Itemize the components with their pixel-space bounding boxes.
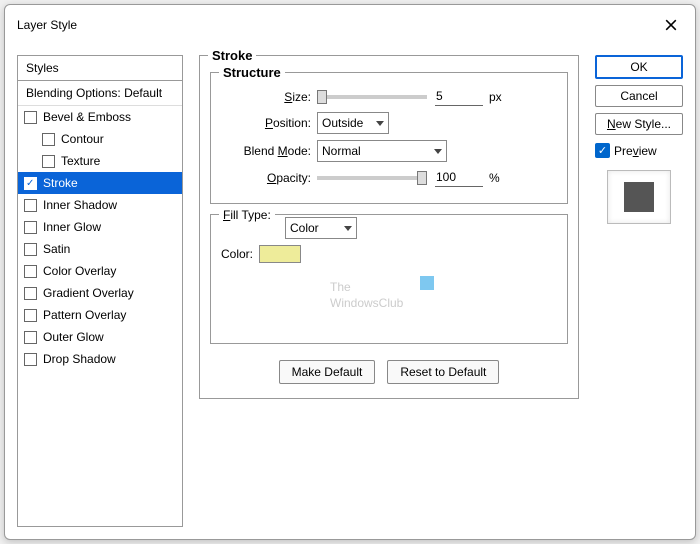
style-item-contour[interactable]: Contour [18, 128, 182, 150]
check-icon: ✓ [595, 143, 610, 158]
stroke-group: Stroke Structure Size: px Position: Outs… [199, 55, 579, 399]
style-item-satin[interactable]: Satin [18, 238, 182, 260]
close-button[interactable] [659, 13, 683, 37]
opacity-label: Opacity: [221, 171, 311, 185]
style-item-color-overlay[interactable]: Color Overlay [18, 260, 182, 282]
opacity-unit: % [489, 171, 500, 185]
blend-select[interactable]: Normal [317, 140, 447, 162]
color-label: Color: [221, 247, 253, 261]
ok-button[interactable]: OK [595, 55, 683, 79]
fill-legend: Fill Type: [219, 207, 275, 222]
position-row: Position: Outside [221, 112, 557, 134]
preview-thumbnail [607, 170, 671, 224]
style-item-inner-glow[interactable]: Inner Glow [18, 216, 182, 238]
layer-style-dialog: Layer Style Styles Blending Options: Def… [4, 4, 696, 540]
chevron-down-icon [376, 121, 384, 126]
style-item-label: Inner Shadow [43, 198, 117, 212]
filltype-select[interactable]: Color [285, 217, 357, 239]
opacity-input[interactable] [435, 168, 483, 187]
style-item-label: Gradient Overlay [43, 286, 134, 300]
reset-default-button[interactable]: Reset to Default [387, 360, 499, 384]
style-item-drop-shadow[interactable]: Drop Shadow [18, 348, 182, 370]
style-item-label: Color Overlay [43, 264, 116, 278]
preview-label: Preview [614, 144, 657, 158]
titlebar: Layer Style [5, 5, 695, 45]
opacity-row: Opacity: % [221, 168, 557, 187]
style-item-bevel-emboss[interactable]: Bevel & Emboss [18, 106, 182, 128]
checkbox[interactable] [24, 287, 37, 300]
defaults-row: Make Default Reset to Default [210, 360, 568, 384]
styles-header[interactable]: Styles [18, 56, 182, 81]
cancel-button[interactable]: Cancel [595, 85, 683, 107]
style-item-label: Stroke [43, 176, 78, 190]
size-slider[interactable] [317, 95, 427, 99]
checkbox[interactable] [24, 177, 37, 190]
size-input[interactable] [435, 87, 483, 106]
opacity-slider[interactable] [317, 176, 427, 180]
style-item-label: Bevel & Emboss [43, 110, 131, 124]
new-style-button[interactable]: New Style... [595, 113, 683, 135]
chevron-down-icon [434, 149, 442, 154]
style-item-texture[interactable]: Texture [18, 150, 182, 172]
main-panel: Stroke Structure Size: px Position: Outs… [199, 55, 579, 527]
checkbox[interactable] [24, 111, 37, 124]
checkbox[interactable] [24, 265, 37, 278]
style-item-label: Inner Glow [43, 220, 101, 234]
stroke-legend: Stroke [208, 48, 256, 63]
checkbox[interactable] [24, 221, 37, 234]
style-item-label: Drop Shadow [43, 352, 116, 366]
structure-group: Structure Size: px Position: Outside [210, 72, 568, 204]
style-item-inner-shadow[interactable]: Inner Shadow [18, 194, 182, 216]
checkbox[interactable] [42, 133, 55, 146]
style-item-pattern-overlay[interactable]: Pattern Overlay [18, 304, 182, 326]
color-swatch[interactable] [259, 245, 301, 263]
blend-label: Blend Mode: [221, 144, 311, 158]
style-item-stroke[interactable]: Stroke [18, 172, 182, 194]
style-item-gradient-overlay[interactable]: Gradient Overlay [18, 282, 182, 304]
checkbox[interactable] [24, 243, 37, 256]
checkbox[interactable] [24, 353, 37, 366]
style-item-label: Satin [43, 242, 70, 256]
style-item-label: Outer Glow [43, 330, 104, 344]
position-select[interactable]: Outside [317, 112, 389, 134]
checkbox[interactable] [42, 155, 55, 168]
checkbox[interactable] [24, 199, 37, 212]
make-default-button[interactable]: Make Default [279, 360, 376, 384]
checkbox[interactable] [24, 309, 37, 322]
color-row: Color: [221, 245, 557, 263]
size-row: Size: px [221, 87, 557, 106]
checkbox[interactable] [24, 331, 37, 344]
size-label: Size: [221, 90, 311, 104]
chevron-down-icon [344, 226, 352, 231]
style-item-outer-glow[interactable]: Outer Glow [18, 326, 182, 348]
blend-row: Blend Mode: Normal [221, 140, 557, 162]
preview-toggle[interactable]: ✓ Preview [595, 143, 683, 158]
style-item-label: Contour [61, 132, 104, 146]
position-label: Position: [221, 116, 311, 130]
size-unit: px [489, 90, 502, 104]
fill-group: Fill Type: Color Color: [210, 214, 568, 344]
blending-options[interactable]: Blending Options: Default [18, 81, 182, 106]
style-item-label: Texture [61, 154, 100, 168]
style-item-label: Pattern Overlay [43, 308, 126, 322]
right-panel: OK Cancel New Style... ✓ Preview [595, 55, 683, 527]
styles-panel: Styles Blending Options: Default Bevel &… [17, 55, 183, 527]
structure-legend: Structure [219, 65, 285, 80]
dialog-title: Layer Style [17, 18, 77, 32]
close-icon [665, 19, 677, 31]
